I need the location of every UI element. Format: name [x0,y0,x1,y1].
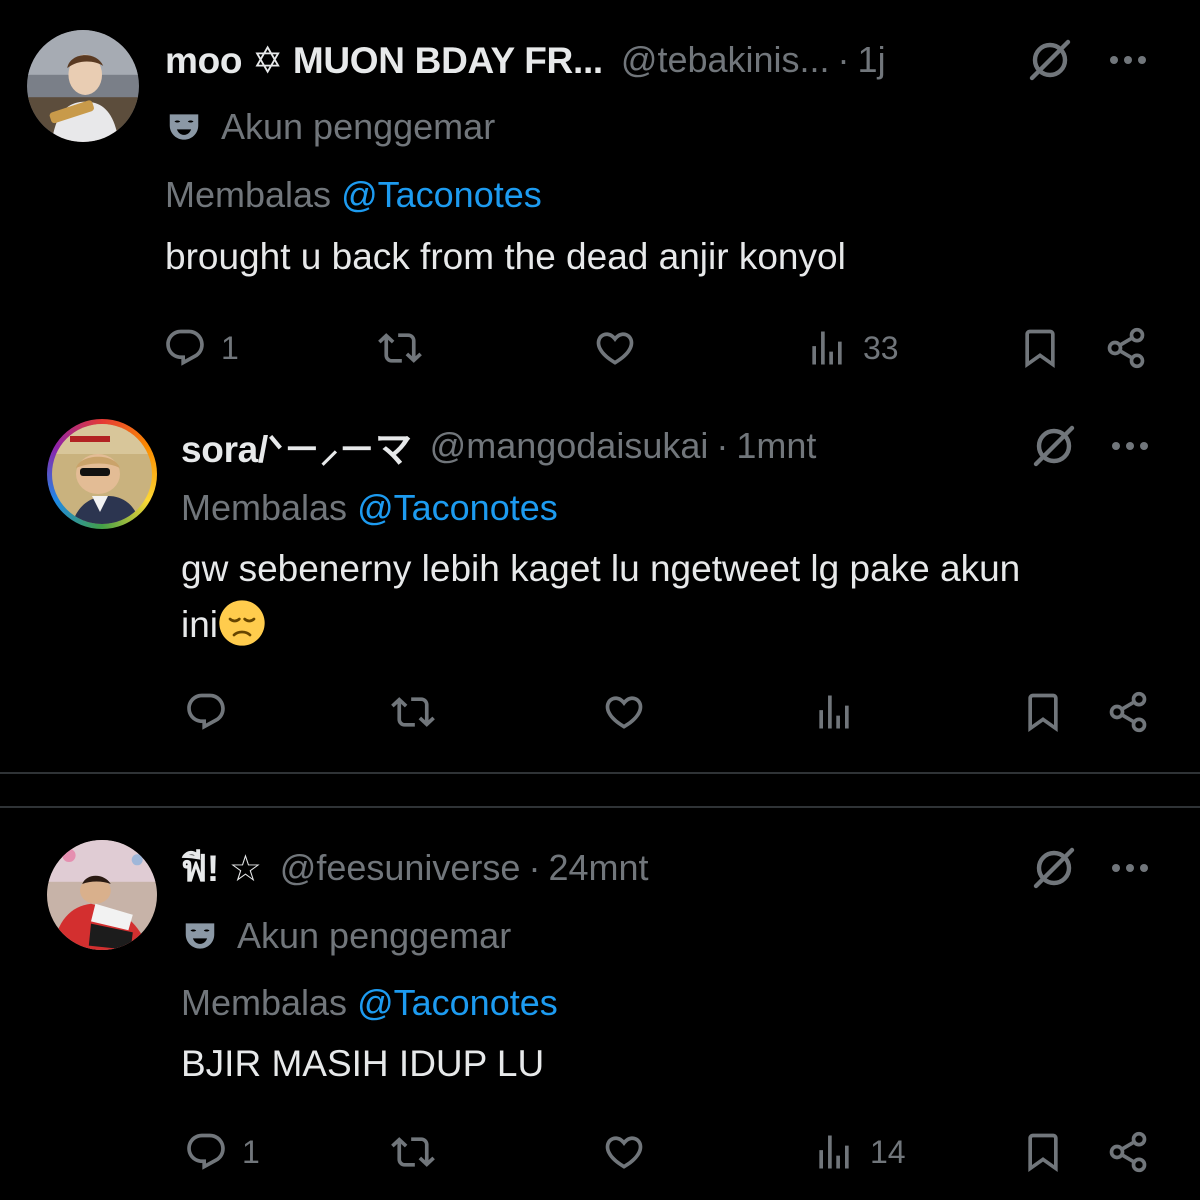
reply-button[interactable]: 1 [184,1130,260,1174]
fan-account-badge: Akun penggemar [181,911,511,961]
grok-icon[interactable] [1030,844,1078,892]
reply-icon [184,690,228,734]
thread-divider [0,772,1200,774]
share-button[interactable] [1106,1130,1150,1174]
views-button[interactable]: 14 [812,1130,906,1174]
tweet-text: BJIR MASIH IDUP LU [181,1043,545,1084]
bookmark-icon [1021,690,1065,734]
username[interactable]: @feesuniverse [280,847,521,889]
reply-mention[interactable]: @Taconotes [357,982,558,1023]
reply-count: 1 [242,1133,260,1170]
views-icon [805,326,849,370]
display-name[interactable]: moo ✡ MUON BDAY FR... [165,39,603,82]
username[interactable]: @mangodaisukai [430,425,709,467]
reply-prefix: Membalas [181,982,348,1023]
heart-icon [593,326,637,370]
separator: · [716,425,729,466]
retweet-icon [391,1130,435,1174]
grok-icon[interactable] [1030,422,1078,470]
tweet-text: gw sebenerny lebih kaget lu ngetweet lg … [181,541,1161,653]
tweet-text-line-1: gw sebenerny lebih kaget lu ngetweet lg … [181,548,1021,589]
fan-account-badge: Akun penggemar [165,102,495,152]
avatar[interactable] [27,30,139,142]
reply-icon [184,1130,228,1174]
mask-icon [165,108,203,146]
tweet-2[interactable]: sora/ᐠ－⸝－マ @mangodaisukai · 1mnt Membala… [0,400,1200,772]
share-button[interactable] [1104,326,1148,370]
reply-mention[interactable]: @Taconotes [357,487,558,528]
replying-to: Membalas @Taconotes [181,982,558,1024]
share-button[interactable] [1106,690,1150,734]
bookmark-icon [1021,1130,1065,1174]
more-icon[interactable] [1106,422,1154,470]
like-button[interactable] [602,1130,646,1174]
tweet-text-line-2: ini [181,604,219,645]
reply-button[interactable]: 1 [163,326,239,370]
heart-icon [602,1130,646,1174]
bookmark-icon [1018,326,1062,370]
retweet-button[interactable] [391,690,435,734]
like-button[interactable] [602,690,646,734]
badge-label: Akun penggemar [221,106,496,147]
tweet-header: sora/ᐠ－⸝－マ @mangodaisukai · 1mnt [181,418,816,474]
heart-icon [602,690,646,734]
share-icon [1106,1130,1150,1174]
bookmark-button[interactable] [1021,690,1065,734]
more-icon[interactable] [1106,844,1154,892]
reply-icon [163,326,207,370]
replying-to: Membalas @Taconotes [181,487,558,529]
like-button[interactable] [593,326,637,370]
bookmark-button[interactable] [1018,326,1062,370]
reply-prefix: Membalas [165,174,332,215]
tweet-3[interactable]: ฟี! ☆ @feesuniverse · 24mnt Akun penggem… [0,808,1200,1200]
retweet-icon [378,326,422,370]
disappointed-face-icon [219,600,265,646]
views-button[interactable] [812,690,870,734]
retweet-icon [391,690,435,734]
reply-mention[interactable]: @Taconotes [341,174,542,215]
tweet-1[interactable]: moo ✡ MUON BDAY FR... @tebakinis... · 1j… [0,0,1200,400]
timestamp[interactable]: 1mnt [736,425,816,467]
more-icon[interactable] [1104,36,1152,84]
mask-icon [181,917,219,955]
timestamp[interactable]: 1j [858,39,886,81]
replying-to: Membalas @Taconotes [165,174,542,216]
username[interactable]: @tebakinis... [621,39,830,81]
tweet-header: ฟี! ☆ @feesuniverse · 24mnt [181,840,649,896]
retweet-button[interactable] [391,1130,435,1174]
views-button[interactable]: 33 [805,326,899,370]
reply-count: 1 [221,329,239,366]
share-icon [1106,690,1150,734]
bookmark-button[interactable] [1021,1130,1065,1174]
tweet-text: brought u back from the dead anjir konyo… [165,236,846,277]
view-count: 33 [863,329,899,366]
retweet-button[interactable] [378,326,422,370]
reply-button[interactable] [184,690,242,734]
separator: · [528,847,541,888]
share-icon [1104,326,1148,370]
view-count: 14 [870,1133,906,1170]
avatar[interactable] [47,840,157,950]
display-name[interactable]: sora/ᐠ－⸝－マ [181,419,412,473]
avatar[interactable] [47,419,157,529]
timestamp[interactable]: 24mnt [548,847,648,889]
separator: · [837,39,850,80]
display-name[interactable]: ฟี! ☆ [181,839,262,898]
badge-label: Akun penggemar [237,915,512,956]
reply-prefix: Membalas [181,487,348,528]
grok-icon[interactable] [1026,36,1074,84]
views-icon [812,690,856,734]
views-icon [812,1130,856,1174]
tweet-header: moo ✡ MUON BDAY FR... @tebakinis... · 1j [165,32,886,88]
